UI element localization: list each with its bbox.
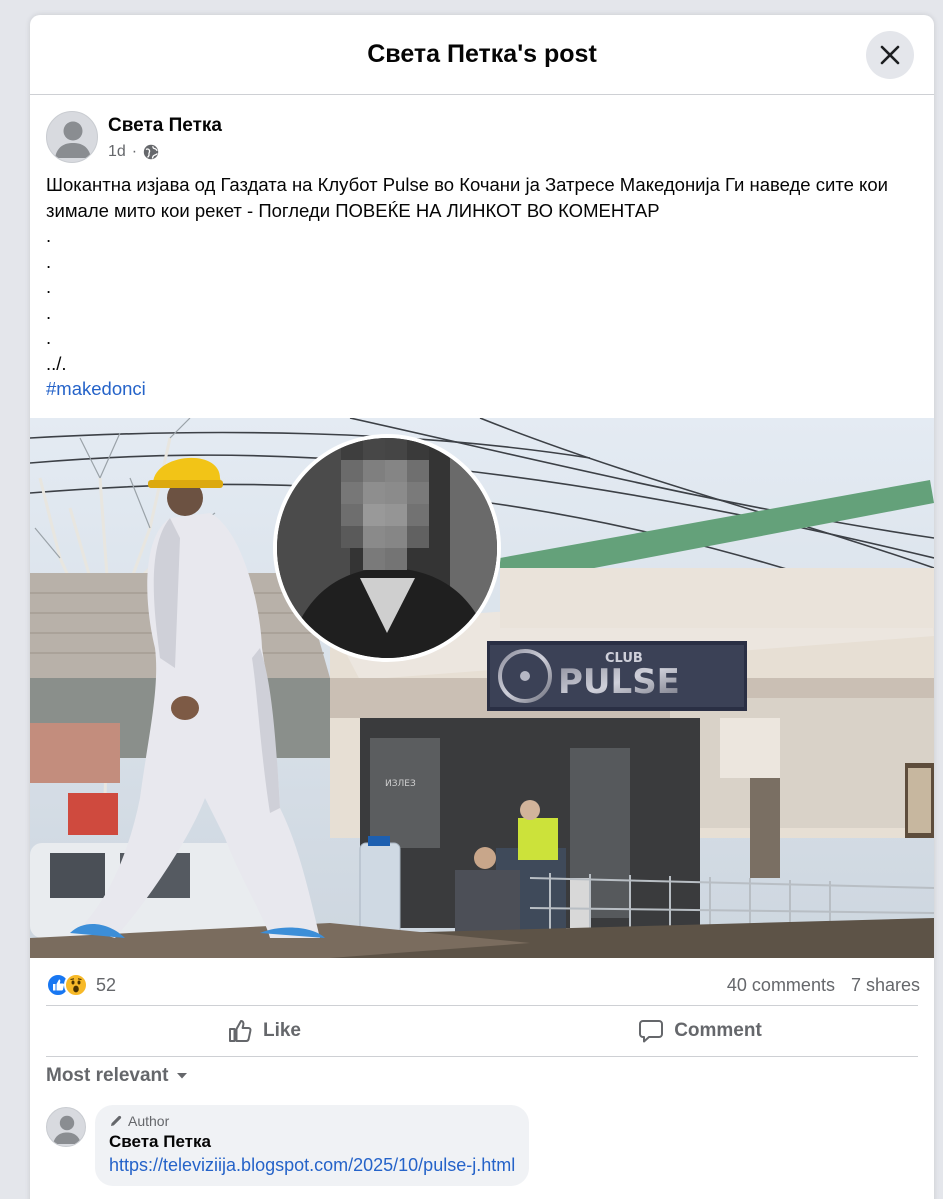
modal-title: Света Петка's post [367,40,597,68]
post-text-main: Шокантна изјава од Газдата на Клубот Pul… [46,174,888,221]
pencil-icon [111,1115,122,1126]
sort-label: Most relevant [46,1065,169,1086]
comment-bubble: Author Света Петка https://televiziija.b… [95,1105,530,1186]
modal-header: Света Петка's post [30,15,934,95]
close-icon [880,45,900,65]
svg-text:CLUB: CLUB [605,651,643,666]
comment-link[interactable]: https://televiziija.blogspot.com/2025/10… [109,1155,515,1176]
comment-item: Author Света Петка https://televiziija.b… [46,1105,530,1186]
author-badge: Author [109,1113,515,1129]
default-avatar-icon [53,1115,81,1144]
divider [46,1056,918,1057]
reaction-icons[interactable] [46,973,88,997]
thumbs-up-icon [228,1020,252,1042]
post-text-dot: . [46,301,52,323]
author-block: Света Петка 1d · [108,111,222,161]
post-modal: Света Петка's post Света Петка 1d · Шока… [30,15,934,1199]
comment-sort-dropdown[interactable]: Most relevant [46,1065,188,1087]
reactions-bar: 52 40 comments 7 shares [46,970,920,1000]
default-avatar-icon [55,121,91,158]
post-time[interactable]: 1d [108,143,126,161]
close-button[interactable] [866,31,914,79]
commenter-avatar[interactable] [46,1107,86,1147]
club-sign-text: PULSE [558,662,680,702]
hashtag-link[interactable]: #makedonci [46,376,926,402]
like-button[interactable]: Like [46,1006,482,1056]
post-text-dot: . [46,327,52,348]
comments-count-link[interactable]: 40 comments [727,975,835,996]
post-image[interactable]: PULSE CLUB ИЗЛЕЗ [30,418,934,958]
post-actions: Like Comment [46,1006,918,1056]
post-text-dot: . [46,276,52,297]
post-text: Шокантна изјава од Газдата на Клубот Pul… [46,172,926,402]
svg-text:ИЗЛЕЗ: ИЗЛЕЗ [385,779,416,789]
wow-reaction-icon [64,973,88,997]
post-text-trail: ../. [46,352,67,374]
post-photo: PULSE CLUB ИЗЛЕЗ [30,418,934,958]
shares-count-link[interactable]: 7 shares [851,975,920,996]
author-avatar[interactable] [46,111,98,163]
post-stats: 40 comments 7 shares [727,975,920,996]
post-text-dot: . [46,225,52,246]
author-name[interactable]: Света Петка [108,115,222,137]
meta-separator: · [131,143,138,160]
comment-label: Comment [674,1020,762,1041]
globe-icon[interactable] [143,144,159,160]
comment-icon [639,1020,664,1043]
author-badge-label: Author [128,1113,170,1129]
comment-button[interactable]: Comment [482,1006,918,1056]
reaction-count[interactable]: 52 [96,975,116,996]
post-text-dot: . [46,250,52,272]
caret-down-icon [177,1073,188,1079]
post-header: Света Петка 1d · [46,111,222,163]
comment-author[interactable]: Света Петка [109,1132,515,1152]
like-label: Like [262,1020,302,1041]
post-meta: 1d · [108,143,222,161]
